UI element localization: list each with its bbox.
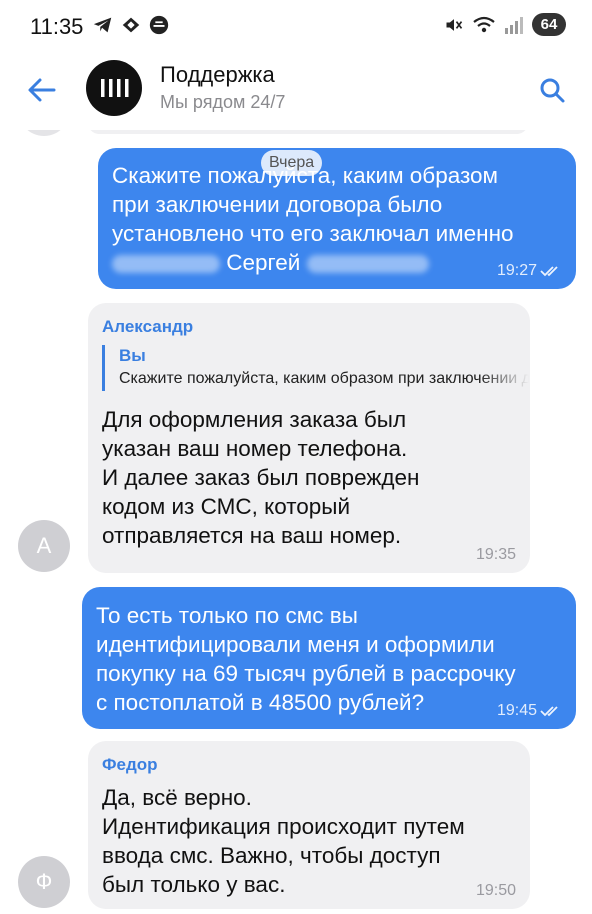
message-line: покупку на 69 тысяч рублей в рассрочку [96, 661, 516, 686]
logo-icon [101, 79, 129, 97]
avatar [18, 130, 70, 136]
sender-name[interactable]: Федор [102, 755, 516, 775]
signal-icon [505, 16, 523, 34]
reply-preview[interactable]: Вы Скажите пожалуйста, каким образом при… [102, 345, 529, 391]
message-line: ввода смс. Важно, чтобы доступ [102, 843, 441, 868]
chat-subtitle: Мы рядом 24/7 [160, 92, 286, 112]
telegram-icon [93, 17, 112, 33]
message-line: кодом из СМС, который [102, 494, 351, 519]
message-time: 19:45 [497, 703, 562, 719]
speed-app-icon [149, 15, 169, 35]
avatar[interactable]: Ф [18, 856, 70, 908]
message-line: установлено что его заключал именно [112, 221, 514, 246]
message-bubble-outgoing[interactable]: Скажите пожалуйста, каким образом при за… [98, 148, 576, 289]
ride-app-icon [122, 17, 140, 33]
chat-avatar[interactable] [86, 60, 142, 116]
search-icon [540, 78, 565, 103]
message-bubble-incoming[interactable]: Федор Да, всё верно. Идентификация проис… [88, 741, 530, 909]
message-line: при заключении договора было [112, 192, 443, 217]
status-bar: 11:35 64 [0, 0, 592, 52]
message-line: был только у вас. [102, 872, 286, 897]
message-line: Да, всё верно. [102, 785, 252, 810]
message-line: Идентификация происходит путем [102, 814, 465, 839]
message-line: Скажите пожалуйста, каким образом [112, 163, 499, 188]
message-line: Сергей [112, 248, 562, 277]
message-line: указан ваш номер телефона. [102, 436, 408, 461]
arrow-left-icon [28, 78, 56, 102]
double-check-icon [540, 266, 558, 277]
date-chip: Вчера [261, 150, 323, 176]
avatar[interactable]: А [18, 520, 70, 572]
message-time: 19:27 [497, 263, 562, 279]
back-button[interactable] [22, 72, 62, 108]
double-check-icon [540, 706, 558, 717]
time-label: 19:45 [496, 702, 537, 719]
message-bubble-incoming[interactable]: Александр Вы Скажите пожалуйста, каким о… [88, 303, 530, 573]
message-line: с постоплатой в 48500 рублей? [96, 690, 425, 715]
redacted-text [306, 255, 429, 274]
message-line: отправляется на ваш номер. [102, 523, 402, 548]
message-line: Для оформления заказа был [102, 407, 407, 432]
status-time: 11:35 [30, 14, 84, 39]
message-line: идентифицировали меня и оформили [96, 632, 495, 657]
sender-name[interactable]: Александр [102, 317, 516, 337]
chat-title[interactable]: Поддержка [160, 62, 275, 88]
message-bubble-outgoing[interactable]: То есть только по смс вы идентифицировал… [82, 587, 576, 729]
message-time: 19:50 [475, 882, 516, 899]
message-line: И далее заказ был поврежден [102, 465, 420, 490]
message-line: То есть только по смс вы [96, 603, 358, 628]
wifi-icon [473, 16, 495, 32]
message-name-visible: Сергей [226, 250, 301, 275]
redacted-text [112, 255, 220, 274]
chat-header: Поддержка Мы рядом 24/7 [0, 52, 592, 130]
mute-icon [446, 18, 463, 31]
reply-text: Скажите пожалуйста, каким образом при за… [119, 370, 529, 387]
message-time: 19:35 [475, 546, 516, 563]
message-list[interactable]: Скажите пожалуйста, каким образом при за… [0, 130, 592, 914]
reply-author: Вы [119, 346, 146, 365]
battery-icon: 64 [532, 13, 566, 36]
message-bubble [88, 130, 528, 134]
time-label: 19:27 [496, 262, 537, 279]
search-button[interactable] [534, 72, 570, 108]
